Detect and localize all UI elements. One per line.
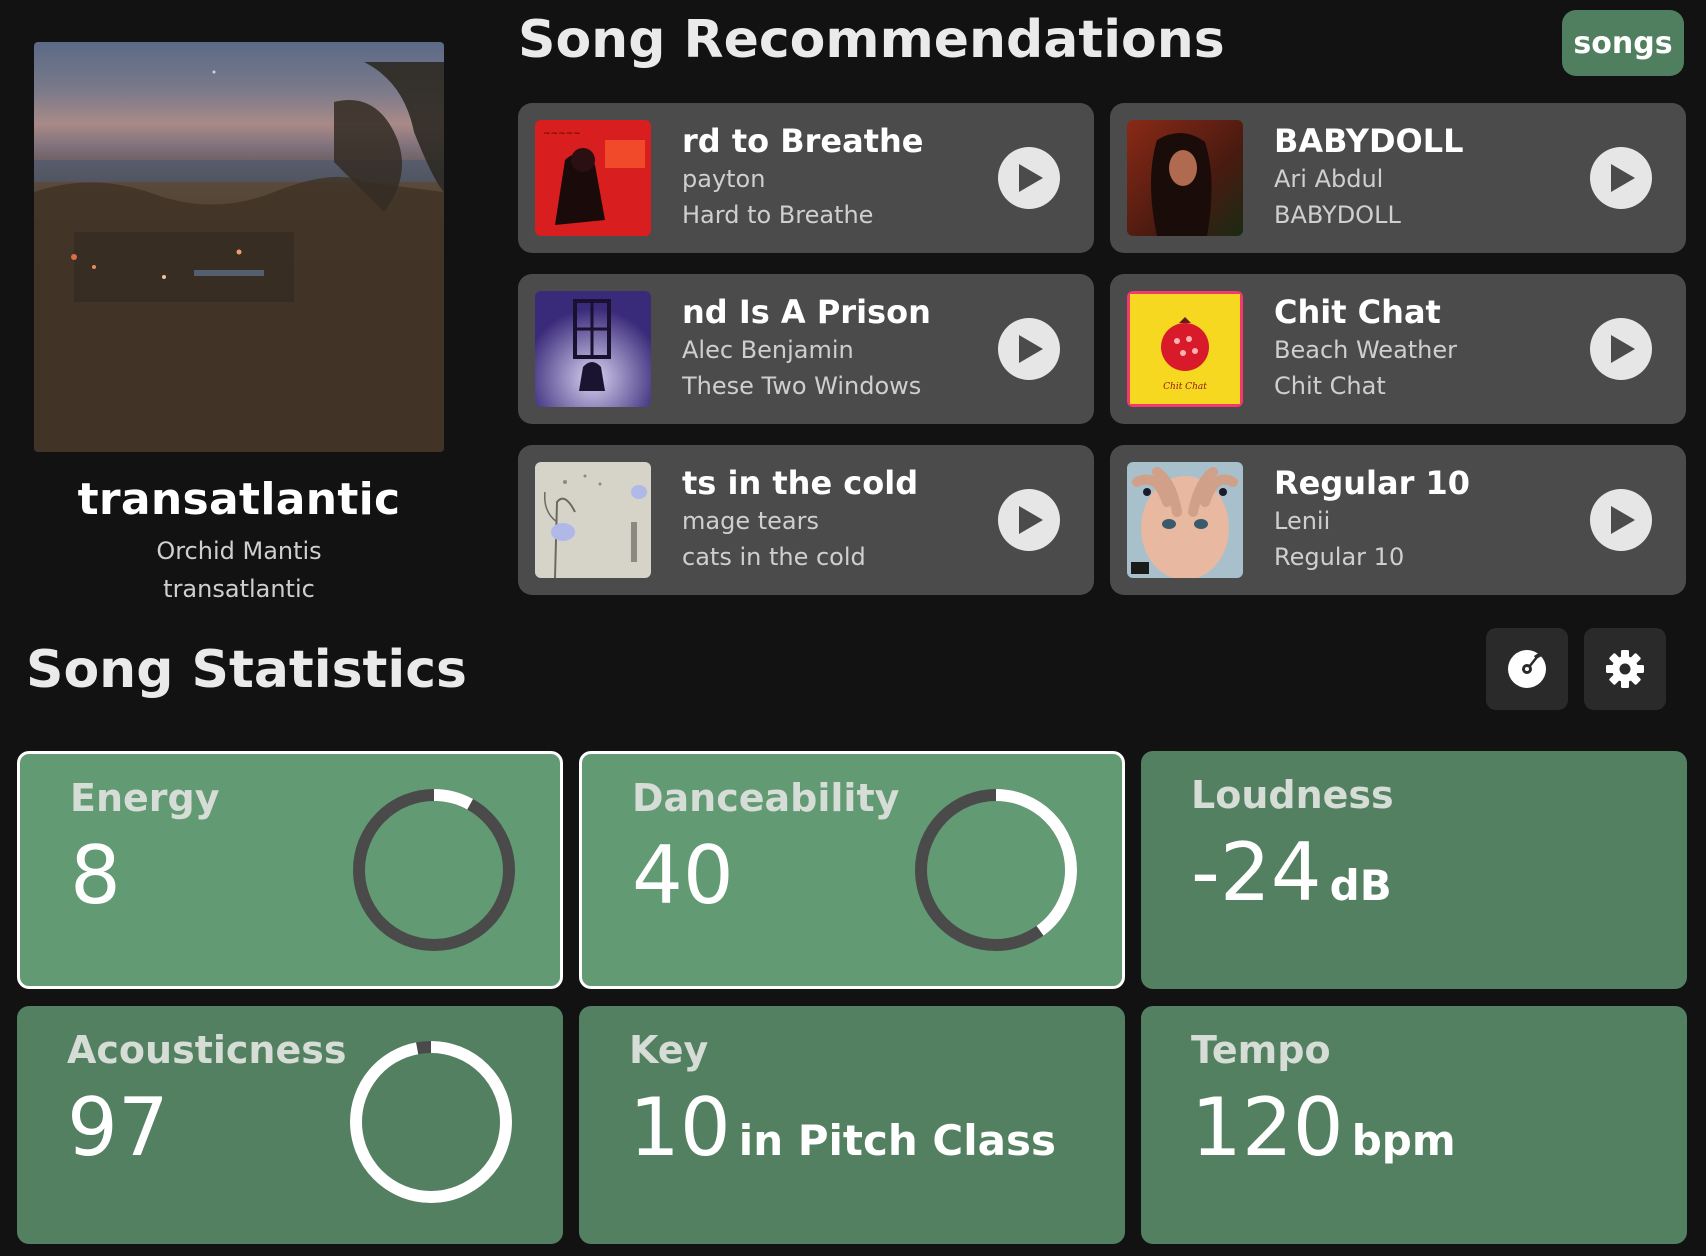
song-album: BABYDOLL [1274,201,1401,229]
song-name: rd to Breathe [682,122,924,160]
recommendation-card[interactable]: nd Is A Prison Alec Benjamin These Two W… [518,274,1094,424]
stat-number: 120 [1191,1081,1344,1174]
stat-number: 40 [632,829,734,922]
stat-value: 97 [67,1088,169,1168]
stat-number: 10 [629,1081,731,1174]
stat-number: -24 [1191,826,1322,919]
song-artist: Ari Abdul [1274,165,1384,193]
recommendation-text: rd to Breathe payton Hard to Breathe [682,121,932,233]
vinyl-button[interactable] [1486,628,1568,710]
stat-card-key[interactable]: Key 10 in Pitch Class [579,1006,1125,1244]
song-album: Hard to Breathe [682,201,874,229]
stat-unit: in Pitch Class [738,1116,1056,1165]
play-icon [1611,335,1635,363]
album-art: ~~~~~ [535,120,651,236]
album-art [535,291,651,407]
album-art [535,462,651,578]
song-artist: Alec Benjamin [682,336,854,364]
album-art: Chit Chat [1127,291,1243,407]
song-album: These Two Windows [682,372,922,400]
song-name: ts in the cold [682,464,919,502]
stat-card-danceability[interactable]: Danceability 40 [579,751,1125,989]
play-button[interactable] [998,489,1060,551]
stat-card-tempo[interactable]: Tempo 120 bpm [1141,1006,1687,1244]
recommendation-card[interactable]: Regular 10 Lenii Regular 10 [1110,445,1686,595]
song-name: BABYDOLL [1274,122,1464,160]
stat-number: 97 [67,1081,169,1174]
song-album: Regular 10 [1274,543,1405,571]
stat-number: 8 [70,829,121,922]
recommendation-text: ts in the cold mage tears cats in the co… [682,463,932,575]
play-icon [1611,164,1635,192]
stat-unit: dB [1329,861,1392,910]
song-album: cats in the cold [682,543,866,571]
song-album: Chit Chat [1274,372,1386,400]
song-artist: Beach Weather [1274,336,1458,364]
play-icon [1019,335,1043,363]
statistics-title: Song Statistics [26,640,468,700]
now-playing-title: transatlantic [77,474,401,525]
play-button[interactable] [1590,147,1652,209]
album-art [1127,462,1243,578]
song-name: Chit Chat [1274,293,1441,331]
stat-label: Energy [70,776,220,820]
song-artist: Lenii [1274,507,1331,535]
recommendation-text: Chit Chat Beach Weather Chit Chat [1274,292,1524,404]
stat-value: 120 bpm [1191,1088,1456,1168]
song-artist: payton [682,165,766,193]
stat-card-energy[interactable]: Energy 8 [17,751,563,989]
energy-ring [353,789,515,951]
svg-text:~~~~~: ~~~~~ [543,129,581,139]
recommendation-text: nd Is A Prison Alec Benjamin These Two W… [682,292,932,404]
songs-button[interactable]: songs [1562,10,1684,76]
app-root: transatlantic Orchid Mantis transatlanti… [0,0,1706,1256]
recommendation-text: Regular 10 Lenii Regular 10 [1274,463,1524,575]
danceability-ring [915,789,1077,951]
stat-label: Key [629,1028,709,1072]
stat-value: -24 dB [1191,833,1392,913]
stat-unit: bpm [1351,1116,1456,1165]
gear-icon [1606,650,1644,688]
song-name: Regular 10 [1274,464,1471,502]
album-art [1127,120,1243,236]
album-cover [34,42,444,452]
play-icon [1611,506,1635,534]
stat-label: Danceability [632,776,900,820]
stat-value: 8 [70,836,121,916]
recommendation-card[interactable]: Chit Chat Chit Chat Beach Weather Chit C… [1110,274,1686,424]
recommendation-card[interactable]: ts in the cold mage tears cats in the co… [518,445,1094,595]
stat-card-acousticness[interactable]: Acousticness 97 [17,1006,563,1244]
recommendation-card[interactable]: ~~~~~ rd to Breathe payton Hard to Breat… [518,103,1094,253]
settings-button[interactable] [1584,628,1666,710]
play-button[interactable] [1590,489,1652,551]
stat-value: 40 [632,836,734,916]
recommendations-title: Song Recommendations [518,10,1225,70]
stat-label: Acousticness [67,1028,347,1072]
recommendation-text: BABYDOLL Ari Abdul BABYDOLL [1274,121,1524,233]
acousticness-ring [350,1041,512,1203]
now-playing-album: transatlantic [163,575,315,603]
stat-value: 10 in Pitch Class [629,1088,1056,1168]
play-button[interactable] [1590,318,1652,380]
recommendation-card[interactable]: BABYDOLL Ari Abdul BABYDOLL [1110,103,1686,253]
album-art-text: Chit Chat [1163,382,1207,392]
play-button[interactable] [998,318,1060,380]
play-icon [1019,164,1043,192]
vinyl-record-icon [1508,650,1546,688]
song-artist: mage tears [682,507,819,535]
now-playing: transatlantic Orchid Mantis transatlanti… [34,42,444,603]
stat-label: Loudness [1191,773,1394,817]
now-playing-artist: Orchid Mantis [156,537,322,565]
stat-card-loudness[interactable]: Loudness -24 dB [1141,751,1687,989]
stat-label: Tempo [1191,1028,1331,1072]
play-icon [1019,506,1043,534]
song-name: nd Is A Prison [682,293,931,331]
play-button[interactable] [998,147,1060,209]
